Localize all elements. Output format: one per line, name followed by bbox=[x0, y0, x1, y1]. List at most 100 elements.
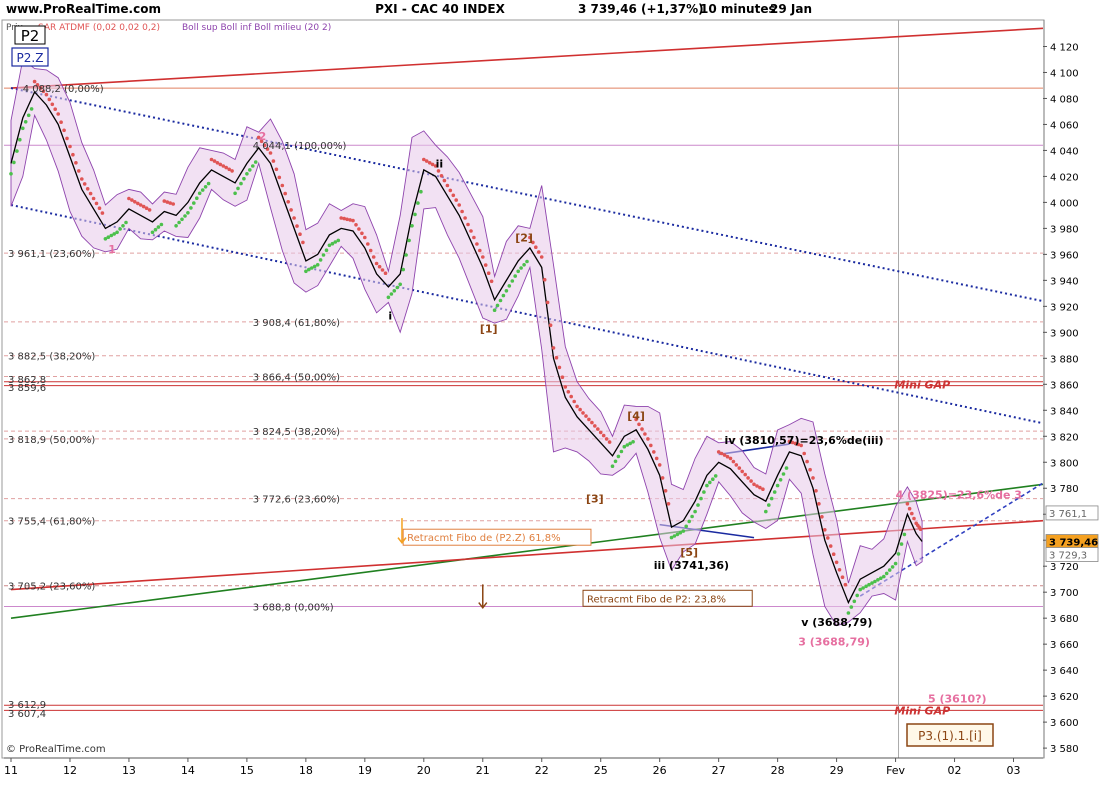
sar-dot bbox=[245, 172, 249, 176]
timeframe: 10 minutes bbox=[700, 2, 776, 16]
sar-dot bbox=[345, 217, 349, 222]
price-change: 3 739,46 (+1,37%) bbox=[578, 2, 704, 16]
sar-dot bbox=[643, 432, 647, 436]
legend-boll: Boll sup Boll inf Boll milieu (20 2) bbox=[182, 23, 331, 33]
sar-dot bbox=[846, 611, 851, 615]
sar-dot bbox=[728, 456, 733, 461]
sar-dot bbox=[368, 248, 373, 253]
wave-label-9: iv (3810,57)=23,6%de(iii) bbox=[725, 434, 884, 447]
sar-dot bbox=[192, 201, 196, 205]
sar-dot bbox=[837, 568, 842, 572]
y-tick-label-0: 4 120 bbox=[1050, 42, 1079, 53]
sar-dot bbox=[389, 292, 394, 296]
y-tick-label-20: 3 720 bbox=[1050, 562, 1079, 573]
sar-dot bbox=[77, 169, 81, 173]
sar-dot bbox=[189, 206, 193, 210]
sar-dot bbox=[197, 191, 202, 196]
sar-dot bbox=[416, 201, 420, 205]
sar-dot bbox=[286, 200, 291, 204]
sar-dot bbox=[882, 574, 886, 579]
sar-dot bbox=[486, 271, 491, 276]
sar-dot bbox=[318, 258, 323, 262]
x-tick-label-9: 22 bbox=[535, 764, 549, 777]
chart-canvas: www.ProRealTime.com PXI - CAC 40 INDEX 3… bbox=[0, 0, 1100, 777]
sar-dot bbox=[814, 489, 818, 493]
sar-dot bbox=[357, 227, 361, 231]
sar-dot bbox=[407, 238, 411, 243]
y-tick-label-21: 3 700 bbox=[1050, 588, 1079, 599]
sar-dot bbox=[693, 509, 697, 514]
sar-dot bbox=[708, 480, 712, 485]
sar-dot bbox=[156, 225, 161, 229]
sar-dot bbox=[823, 528, 827, 532]
wave-label-8: [5] bbox=[680, 546, 698, 559]
sar-dot bbox=[171, 202, 175, 206]
sar-dot bbox=[295, 224, 299, 228]
sar-dot bbox=[584, 414, 588, 418]
sar-dot bbox=[912, 516, 916, 521]
sar-dot bbox=[890, 565, 895, 569]
sar-dot bbox=[495, 303, 500, 308]
sar-dot bbox=[292, 216, 296, 220]
wave-label-1: 1 bbox=[108, 243, 116, 256]
y-tick-label-4: 4 040 bbox=[1050, 146, 1079, 157]
y-tick-label-2: 4 080 bbox=[1050, 94, 1079, 105]
sar-dot bbox=[652, 450, 656, 454]
y-tick-label-5: 4 020 bbox=[1050, 172, 1079, 183]
sar-dot bbox=[395, 285, 400, 290]
sar-dot bbox=[289, 208, 293, 212]
sar-dot bbox=[504, 289, 509, 293]
sar-dot bbox=[195, 196, 199, 200]
sar-dot bbox=[177, 220, 181, 225]
sar-dot bbox=[492, 308, 497, 313]
level-label-2: 3 961,1 (23,60%) bbox=[8, 249, 95, 260]
sar-dot bbox=[392, 289, 397, 293]
sar-dot bbox=[654, 456, 659, 461]
sar-dot bbox=[80, 177, 84, 181]
sar-dot bbox=[896, 552, 901, 556]
sar-dot bbox=[746, 476, 750, 480]
sar-dot bbox=[534, 245, 538, 249]
sar-dot bbox=[324, 248, 329, 252]
sar-dot bbox=[767, 503, 771, 507]
sar-dot bbox=[572, 399, 576, 404]
level-label-13: 3 688,8 (0,00%) bbox=[253, 602, 334, 613]
wave-label-11: v (3688,79) bbox=[801, 616, 872, 629]
sar-dot bbox=[545, 300, 550, 305]
sar-dot bbox=[784, 466, 789, 470]
level-label-9: 3 818,9 (50,00%) bbox=[8, 435, 95, 446]
sar-dot bbox=[684, 524, 688, 529]
p2-label: P2 bbox=[21, 27, 40, 45]
sar-dot bbox=[398, 282, 403, 287]
sar-dot bbox=[88, 191, 93, 196]
sar-dot bbox=[849, 605, 854, 609]
sar-dot bbox=[47, 97, 52, 102]
sar-dot bbox=[631, 440, 635, 444]
sar-dot bbox=[619, 449, 624, 454]
sar-dot bbox=[29, 107, 34, 111]
site-url[interactable]: www.ProRealTime.com bbox=[6, 2, 161, 16]
sar-dot bbox=[301, 240, 305, 245]
sar-dot bbox=[174, 224, 178, 228]
p2z-label: P2.Z bbox=[17, 51, 44, 65]
sar-dot bbox=[761, 487, 765, 492]
level-label-5: 3 866,4 (50,00%) bbox=[253, 373, 340, 384]
x-tick-label-16: 02 bbox=[948, 764, 962, 777]
sar-dot bbox=[663, 489, 668, 493]
sar-dot bbox=[183, 214, 187, 218]
wave-label-0: 2 bbox=[259, 130, 267, 143]
sar-dot bbox=[23, 120, 28, 124]
sar-dot bbox=[640, 427, 644, 431]
wave-label-3: i bbox=[388, 309, 392, 322]
sar-dot bbox=[12, 160, 16, 165]
plot-area[interactable] bbox=[1, 19, 1045, 759]
wave-label-5: [1] bbox=[480, 322, 498, 335]
sar-dot bbox=[910, 511, 914, 516]
sar-dot bbox=[907, 506, 912, 511]
sar-dot bbox=[843, 582, 848, 587]
sar-dot bbox=[887, 568, 892, 572]
wave-label-12: 3 (3688,79) bbox=[798, 636, 870, 649]
sar-dot bbox=[918, 527, 923, 531]
sar-dot bbox=[820, 515, 824, 519]
sar-dot bbox=[124, 220, 128, 225]
